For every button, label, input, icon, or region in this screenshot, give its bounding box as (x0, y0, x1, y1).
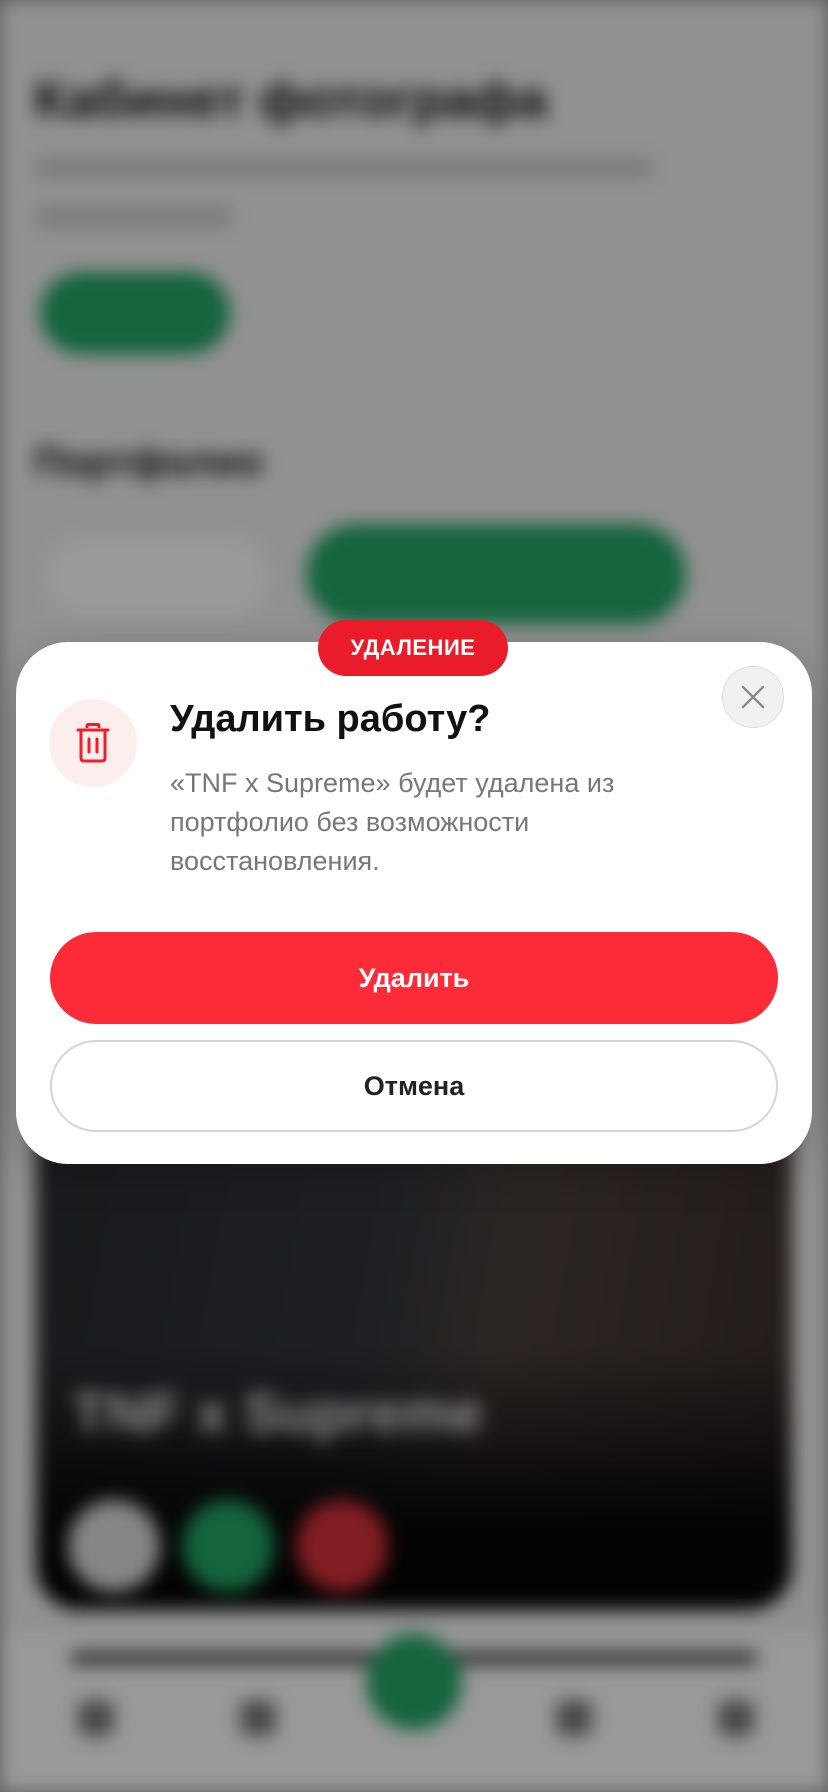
trash-icon-badge (49, 699, 137, 787)
dialog-message: «TNF x Supreme» будет удалена из портфол… (170, 768, 615, 876)
dialog-title: Удалить работу? (170, 698, 491, 740)
dialog-tag: УДАЛЕНИЕ (318, 620, 508, 676)
delete-button[interactable]: Удалить (50, 932, 778, 1024)
delete-confirmation-dialog: УДАЛЕНИЕ Удалить работу? «TNF x Supreme»… (16, 620, 812, 1164)
trash-icon (76, 723, 110, 763)
cancel-button[interactable]: Отмена (50, 1040, 778, 1132)
close-button[interactable] (722, 666, 784, 728)
close-icon (741, 685, 765, 709)
